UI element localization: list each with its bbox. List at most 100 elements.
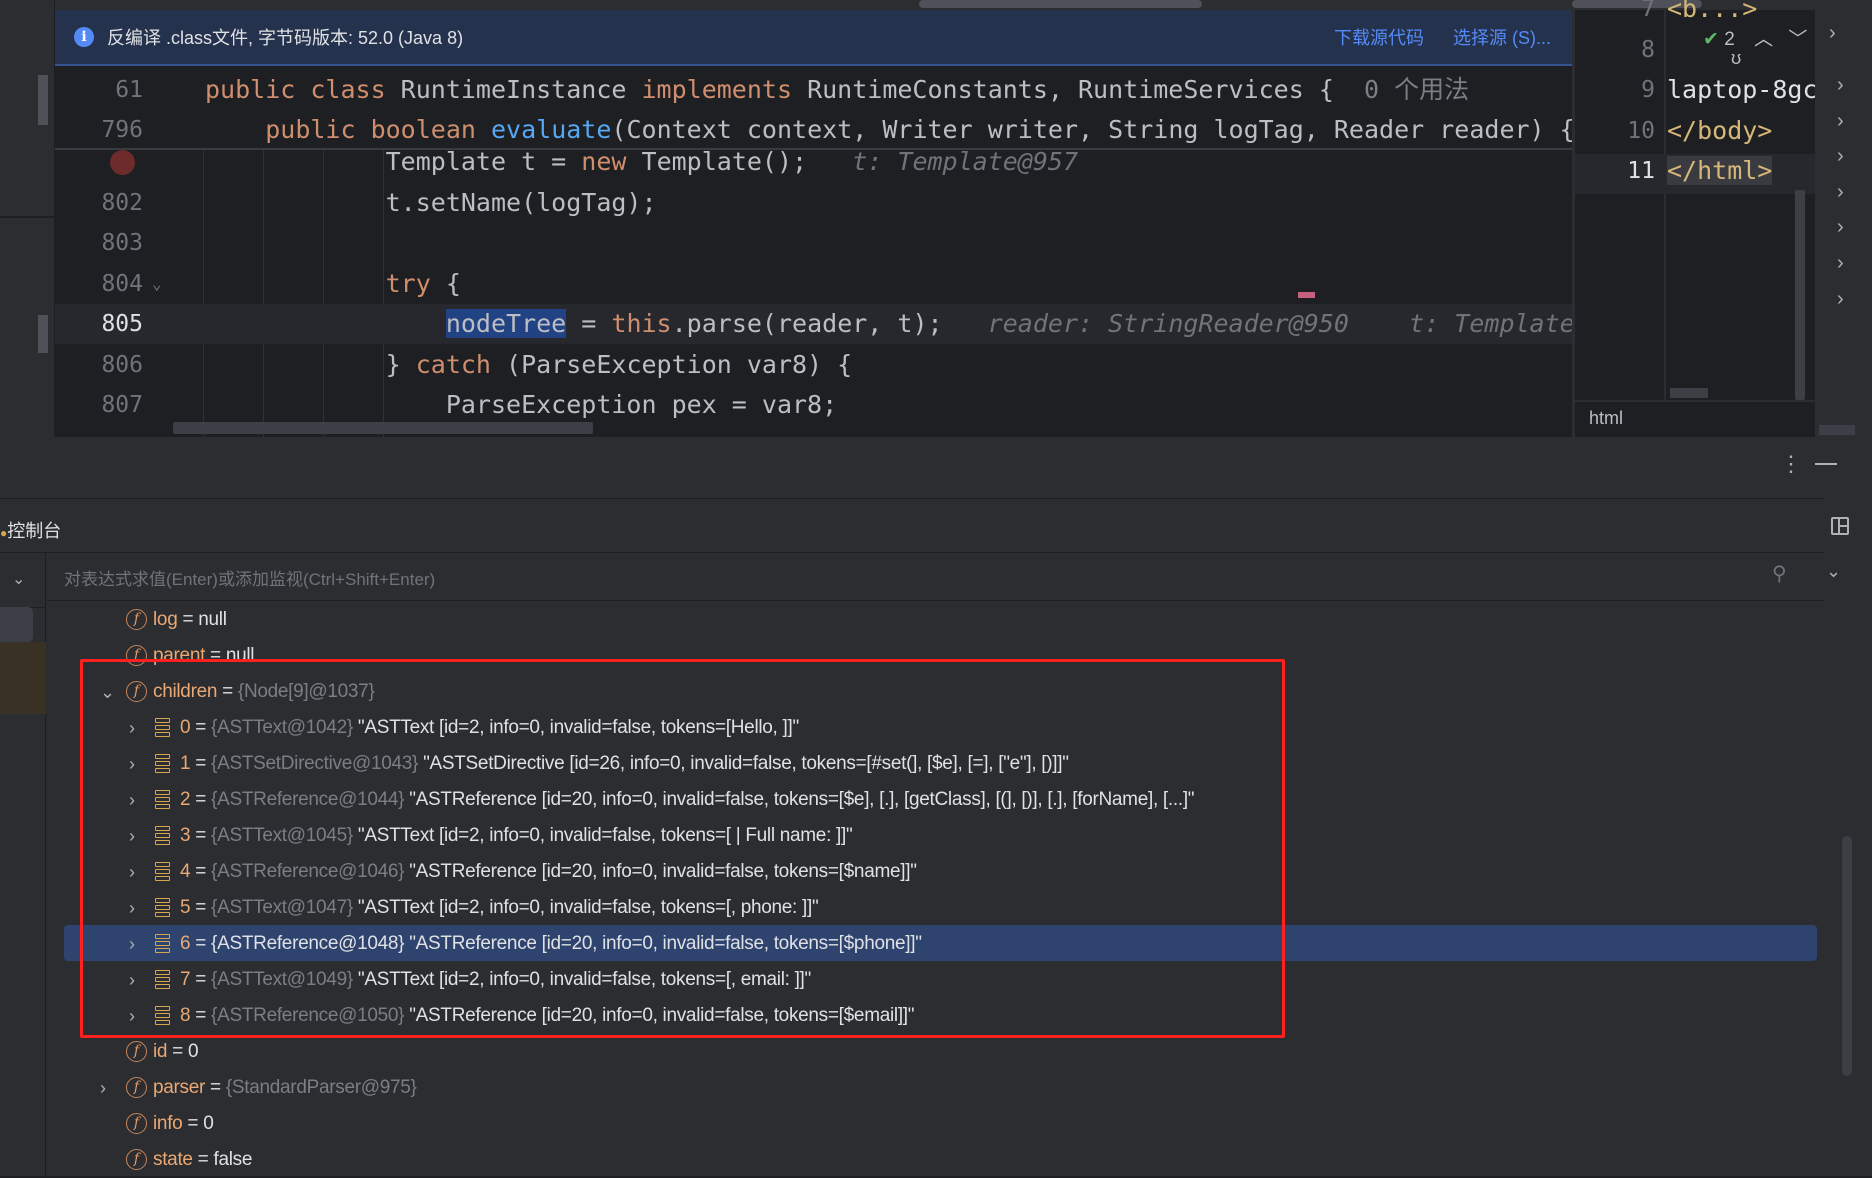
code-line[interactable]: 807 ParseException pex = var8; bbox=[55, 385, 1572, 425]
array-element-icon bbox=[155, 717, 170, 738]
equals: = bbox=[205, 1077, 226, 1098]
chevron-down-icon[interactable]: ⌄ bbox=[12, 569, 25, 589]
tab-console[interactable]: ●控制台 bbox=[0, 517, 61, 543]
variable-row[interactable]: ⌄ f children = {Node[9]@1037} bbox=[100, 674, 375, 710]
code-line[interactable]: 802 t.setName(logTag); bbox=[55, 183, 1572, 223]
layout-icon[interactable] bbox=[1831, 517, 1849, 535]
preview-line-text: </html> bbox=[1667, 156, 1773, 185]
chevron-right-icon[interactable]: › bbox=[1837, 145, 1844, 168]
chevron-right-icon[interactable]: › bbox=[1837, 74, 1844, 97]
chevron-down-icon[interactable]: ⌄ bbox=[1826, 561, 1841, 582]
equals: = bbox=[182, 1113, 204, 1134]
array-element-row[interactable]: › 6 = {ASTReference@1048} "ASTReference [… bbox=[129, 926, 922, 962]
more-options-icon[interactable]: ⋮ bbox=[1780, 451, 1802, 477]
chevron-right-icon[interactable]: › bbox=[129, 854, 135, 890]
code-line[interactable]: 804 ⌄ try { bbox=[55, 264, 1572, 304]
field-icon: f bbox=[126, 609, 147, 631]
chevron-right-icon[interactable]: › bbox=[1837, 252, 1844, 275]
chevron-right-icon[interactable]: › bbox=[129, 746, 135, 782]
chevron-right-icon[interactable]: › bbox=[129, 962, 135, 998]
add-watch-icon[interactable]: ⚲ bbox=[1772, 561, 1787, 586]
fold-icon[interactable]: ⌄ bbox=[152, 264, 162, 304]
array-element-row[interactable]: › 2 = {ASTReference@1044} "ASTReference [… bbox=[129, 782, 1195, 818]
code-token: implements bbox=[641, 75, 808, 104]
chevron-right-icon[interactable]: › bbox=[1829, 22, 1836, 45]
scrollbar[interactable] bbox=[1819, 425, 1855, 435]
code-line[interactable]: 805 nodeTree = this.parse(reader, t); re… bbox=[55, 304, 1572, 344]
code-token: (ParseException var8) { bbox=[506, 349, 853, 379]
vertical-scrollbar[interactable] bbox=[1795, 190, 1805, 400]
notification-message: 反编译 .class文件, 字节码版本: 52.0 (Java 8) bbox=[107, 28, 464, 48]
divider bbox=[0, 216, 55, 218]
breadcrumb-html[interactable]: html bbox=[1589, 408, 1623, 429]
error-stripe-marker[interactable] bbox=[1298, 292, 1315, 298]
variable-row[interactable]: f state = false bbox=[126, 1142, 252, 1178]
code-line[interactable]: 803 bbox=[55, 223, 1572, 263]
array-element-row[interactable]: › 7 = {ASTText@1049} "ASTText [id=2, info… bbox=[129, 962, 811, 998]
horizontal-scrollbar[interactable] bbox=[919, 0, 1202, 8]
element-value: "ASTReference [id=20, info=0, invalid=fa… bbox=[409, 1005, 915, 1026]
frame-item[interactable] bbox=[0, 642, 46, 714]
code-editor[interactable]: 61 public class RuntimeInstance implement… bbox=[55, 68, 1572, 437]
inspection-widget[interactable]: ✔ 2 ︿ ﹀ bbox=[1703, 24, 1807, 51]
array-element-row[interactable]: › 8 = {ASTReference@1050} "ASTReference [… bbox=[129, 998, 915, 1034]
array-element-row[interactable]: › 5 = {ASTText@1047} "ASTText [id=2, info… bbox=[129, 890, 819, 926]
horizontal-scrollbar[interactable] bbox=[173, 422, 593, 434]
variable-row[interactable]: › f parser = {StandardParser@975} bbox=[100, 1070, 417, 1106]
chevron-right-icon[interactable]: › bbox=[100, 1070, 106, 1106]
chevron-right-icon[interactable]: › bbox=[129, 998, 135, 1034]
sticky-line[interactable]: 796 public boolean evaluate(Context cont… bbox=[55, 110, 1572, 150]
array-element-icon bbox=[155, 1005, 170, 1026]
array-element-icon bbox=[155, 861, 170, 882]
chevron-right-icon[interactable]: › bbox=[129, 818, 135, 854]
array-element-row[interactable]: › 1 = {ASTSetDirective@1043} "ASTSetDirec… bbox=[129, 746, 1069, 782]
html-preview-panel: 7 <b...> 8 9 laptop-8gc 10 </body> 11 </html> ✔ … bbox=[1572, 0, 1818, 437]
sticky-header: 61 public class RuntimeInstance implement… bbox=[55, 68, 1572, 150]
choose-source-link[interactable]: 选择源 (S)... bbox=[1453, 24, 1551, 50]
chevron-right-icon[interactable]: › bbox=[129, 710, 135, 746]
field-value: 0 bbox=[187, 1041, 199, 1062]
prev-highlight-icon[interactable]: ︿ bbox=[1754, 29, 1773, 50]
horizontal-scrollbar[interactable] bbox=[1670, 388, 1708, 398]
chevron-right-icon[interactable]: › bbox=[1837, 216, 1844, 239]
chevron-right-icon[interactable]: › bbox=[1837, 110, 1844, 133]
element-type: {ASTText@1042} bbox=[211, 717, 353, 738]
code-line[interactable]: 806 } catch (ParseException var8) { bbox=[55, 345, 1572, 385]
code-token: RuntimeInstance bbox=[400, 75, 642, 104]
evaluate-expression-input[interactable]: 对表达式求值(Enter)或添加监视(Ctrl+Shift+Enter) bbox=[64, 565, 435, 590]
next-highlight-icon[interactable]: ﹀ bbox=[1788, 29, 1807, 50]
variable-row[interactable]: f parent = null bbox=[126, 638, 255, 674]
array-element-icon bbox=[155, 789, 170, 810]
chevron-right-icon[interactable]: › bbox=[1837, 181, 1844, 204]
chevron-right-icon[interactable]: › bbox=[129, 890, 135, 926]
frame-item-selected[interactable] bbox=[0, 607, 33, 642]
equals: = bbox=[192, 1149, 214, 1170]
element-index: 1 bbox=[180, 753, 191, 774]
chevron-right-icon[interactable]: › bbox=[129, 782, 135, 818]
variable-row[interactable]: f id = 0 bbox=[126, 1034, 199, 1070]
element-index: 8 bbox=[180, 1005, 191, 1026]
code-token: t: Template@957 bbox=[852, 147, 1079, 176]
sticky-line[interactable]: 61 public class RuntimeInstance implement… bbox=[55, 70, 1572, 110]
line-number: 805 bbox=[101, 311, 143, 337]
download-source-link[interactable]: 下载源代码 bbox=[1334, 24, 1424, 50]
chevron-right-icon[interactable]: › bbox=[129, 926, 135, 962]
array-element-row[interactable]: › 3 = {ASTText@1045} "ASTText [id=2, info… bbox=[129, 818, 853, 854]
array-element-row[interactable]: › 4 = {ASTReference@1046} "ASTReference [… bbox=[129, 854, 917, 890]
variables-scrollbar[interactable] bbox=[1842, 836, 1852, 1076]
line-number: 802 bbox=[101, 189, 143, 216]
element-type: {ASTReference@1048} bbox=[211, 933, 405, 954]
code-token: t.setName(logTag); bbox=[205, 187, 657, 217]
minimize-icon[interactable] bbox=[1815, 463, 1837, 465]
variable-row[interactable]: f info = 0 bbox=[126, 1106, 214, 1142]
field-value: false bbox=[213, 1149, 253, 1170]
element-index: 6 bbox=[180, 933, 191, 954]
chevron-right-icon[interactable]: › bbox=[1837, 288, 1844, 311]
chevron-down-icon[interactable]: ⌄ bbox=[100, 674, 115, 710]
array-element-row[interactable]: › 0 = {ASTText@1042} "ASTText [id=2, info… bbox=[129, 710, 799, 746]
variable-row[interactable]: f log = null bbox=[126, 602, 227, 638]
breakpoint-icon[interactable] bbox=[110, 150, 135, 175]
code-token: catch bbox=[415, 349, 507, 379]
